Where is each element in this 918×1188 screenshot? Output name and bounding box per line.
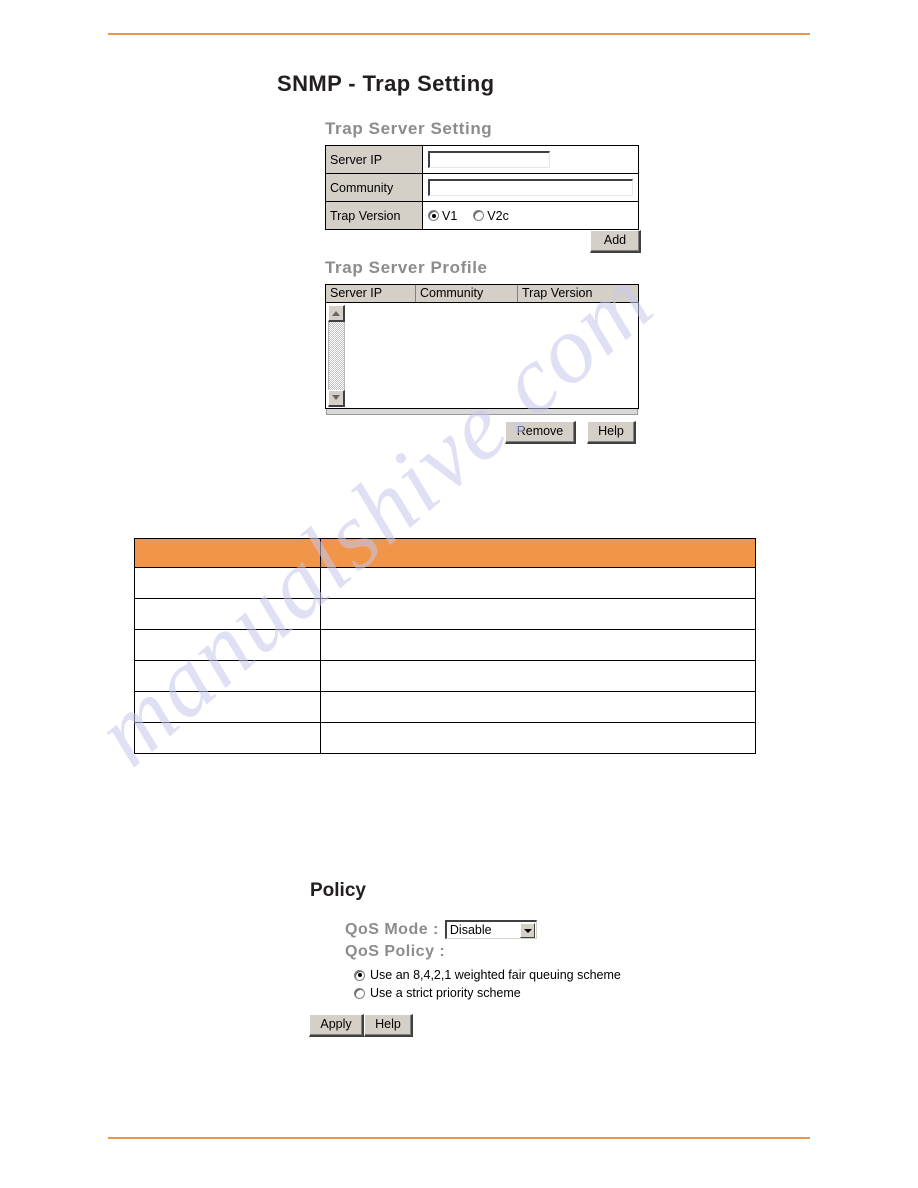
description-table-header-row <box>134 538 756 568</box>
help-button-profile[interactable]: Help <box>587 421 636 444</box>
qos-policy-option-wfq[interactable]: Use an 8,4,2,1 weighted fair queuing sch… <box>354 968 621 982</box>
server-ip-label: Server IP <box>325 145 423 174</box>
table-row <box>134 722 756 754</box>
qos-mode-select[interactable]: Disable <box>444 920 537 939</box>
trap-version-label: Trap Version <box>325 201 423 230</box>
qos-mode-selected-value: Disable <box>449 923 492 937</box>
column-header-trap-version: Trap Version <box>522 286 593 300</box>
qos-policy-label: QoS Policy : <box>345 943 446 960</box>
trap-server-profile-rows[interactable] <box>325 303 639 415</box>
qos-policy-wfq-label: Use an 8,4,2,1 weighted fair queuing sch… <box>370 968 621 982</box>
table-row <box>134 629 756 661</box>
table-row <box>134 660 756 692</box>
description-cell <box>320 598 756 630</box>
trap-server-profile-columns: Server IP Community Trap Version <box>325 284 639 303</box>
description-cell <box>134 660 321 692</box>
table-row <box>134 598 756 630</box>
header-rule <box>108 33 810 35</box>
form-row-community: Community <box>325 173 639 202</box>
description-cell <box>134 629 321 661</box>
server-ip-input[interactable] <box>428 151 550 168</box>
column-header-server-ip: Server IP <box>326 285 416 302</box>
apply-button[interactable]: Apply <box>309 1014 364 1037</box>
description-cell <box>134 722 321 754</box>
radio-v1-icon[interactable] <box>428 210 439 221</box>
listbox-scrollbar[interactable] <box>328 305 345 407</box>
form-row-trap-version: Trap Version V1 V2c <box>325 201 639 230</box>
column-header-community: Community <box>416 285 518 302</box>
trap-server-setting-heading: Trap Server Setting <box>325 119 493 138</box>
policy-title: Policy <box>310 880 366 901</box>
qos-policy-option-strict[interactable]: Use a strict priority scheme <box>354 986 621 1000</box>
description-cell <box>320 691 756 723</box>
scroll-up-icon[interactable] <box>328 305 345 322</box>
description-cell <box>134 567 321 599</box>
description-cell <box>134 691 321 723</box>
trap-version-radio-group: V1 V2c <box>428 209 638 223</box>
community-label: Community <box>325 173 423 202</box>
footer-rule <box>108 1137 810 1139</box>
table-row <box>134 691 756 723</box>
description-cell <box>134 598 321 630</box>
page-title: SNMP - Trap Setting <box>277 71 495 96</box>
qos-mode-label: QoS Mode : <box>345 920 439 938</box>
remove-button[interactable]: Remove <box>505 421 576 444</box>
trap-server-setting-form: Server IP Community Trap Version V1 V2c <box>325 145 639 230</box>
trap-version-option-v1[interactable]: V1 <box>428 209 457 223</box>
radio-strict-icon[interactable] <box>354 987 365 999</box>
trap-server-profile-heading: Trap Server Profile <box>325 258 488 277</box>
qos-mode-row: QoS Mode : Disable <box>345 920 537 939</box>
trap-version-option-v2c[interactable]: V2c <box>473 209 509 223</box>
trap-version-v1-label: V1 <box>442 208 458 223</box>
description-header-cell-1 <box>134 538 321 568</box>
trap-server-profile-listbox: Server IP Community Trap Version <box>325 284 639 415</box>
qos-policy-strict-label: Use a strict priority scheme <box>370 986 521 1000</box>
description-cell <box>320 567 756 599</box>
community-input[interactable] <box>428 179 633 196</box>
scroll-down-icon[interactable] <box>328 390 345 407</box>
qos-policy-radio-group: Use an 8,4,2,1 weighted fair queuing sch… <box>354 968 621 1004</box>
description-cell <box>320 722 756 754</box>
chevron-down-icon[interactable] <box>519 923 535 938</box>
trap-version-v2c-label: V2c <box>487 208 509 223</box>
description-cell <box>320 629 756 661</box>
radio-v2c-icon[interactable] <box>473 210 485 221</box>
description-table <box>134 538 756 754</box>
description-cell <box>320 660 756 692</box>
add-button[interactable]: Add <box>590 230 641 253</box>
form-row-server-ip: Server IP <box>325 145 639 174</box>
listbox-bottom-edge <box>326 409 638 415</box>
radio-wfq-icon[interactable] <box>354 969 365 981</box>
description-header-cell-2 <box>320 538 756 568</box>
table-row <box>134 567 756 599</box>
help-button-policy[interactable]: Help <box>364 1014 413 1037</box>
